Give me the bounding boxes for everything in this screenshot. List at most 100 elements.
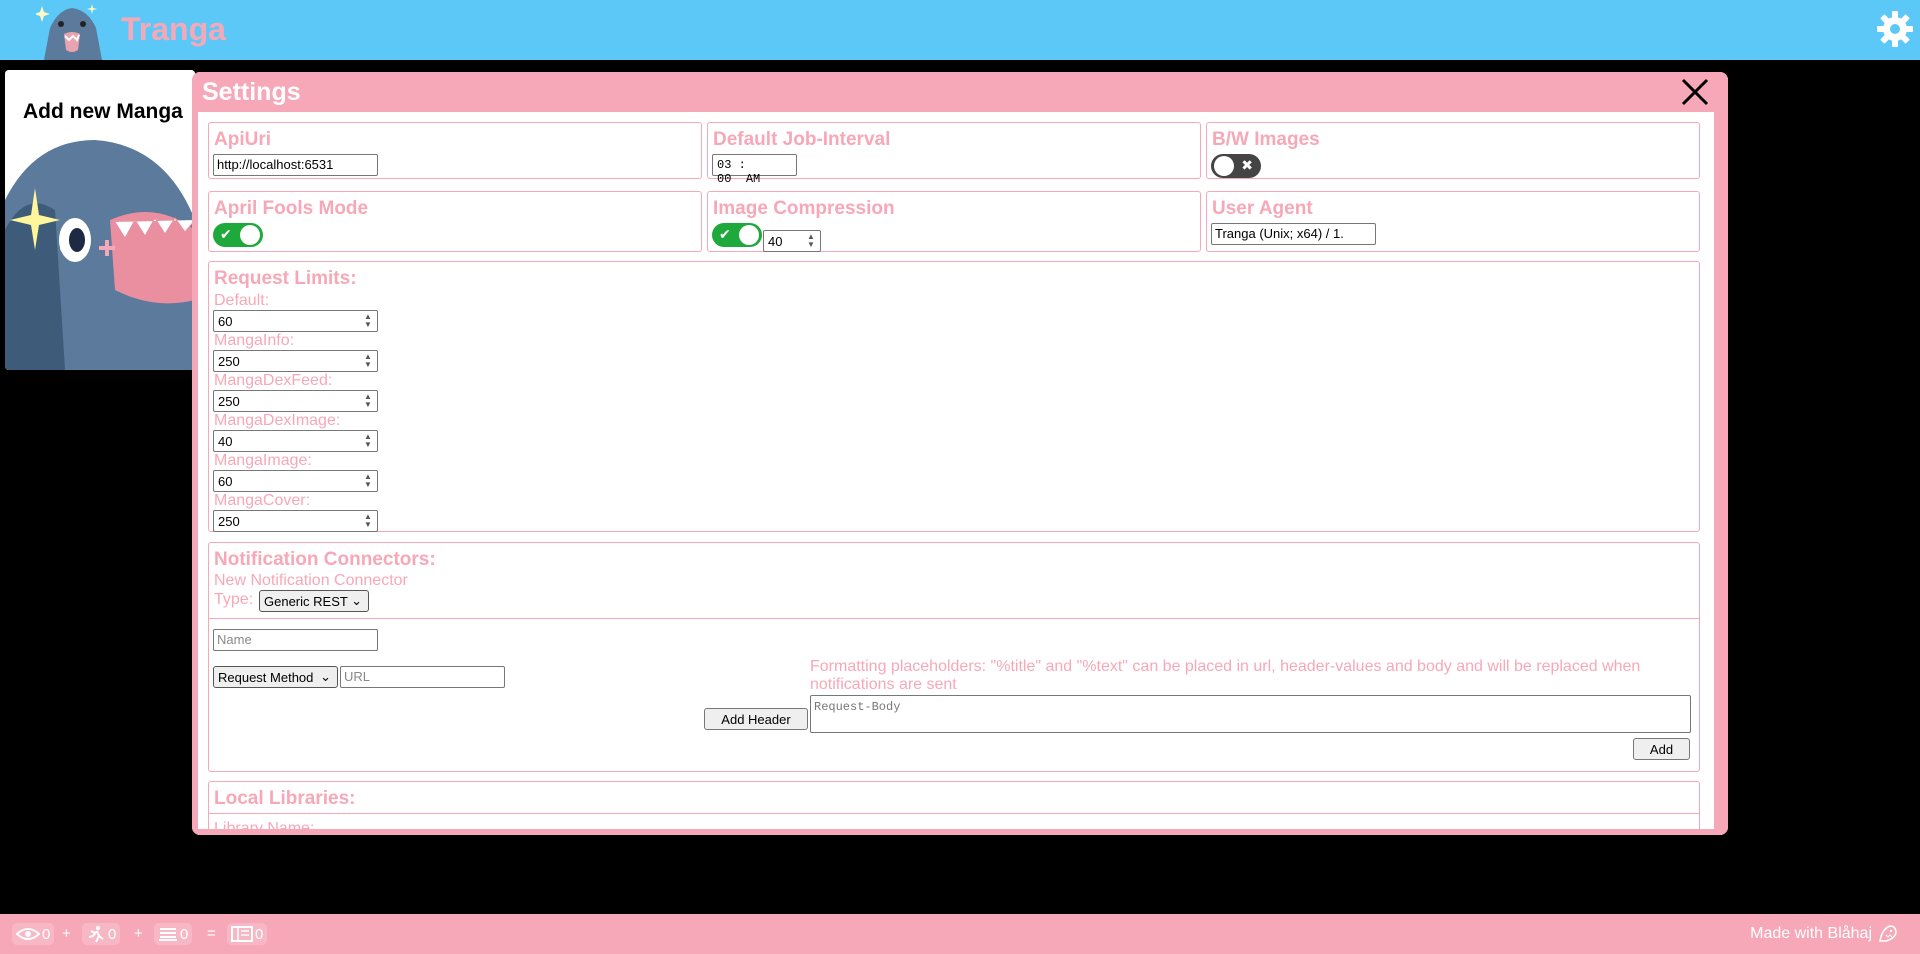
settings-title: Settings — [202, 78, 301, 106]
scrollbar[interactable] — [1714, 112, 1722, 829]
app-title: Tranga — [121, 11, 226, 47]
footer: 0 + 0 + 0 = 0 Made with Blåhaj — [0, 914, 1920, 954]
user-agent-input[interactable]: Tranga (Unix; x64) / 1. — [1211, 223, 1376, 245]
check-icon: ✔ — [719, 226, 731, 242]
april-fools-label: April Fools Mode — [214, 198, 369, 219]
image-compression-section: Image Compression ✔ 40 ▲ ▼ — [707, 191, 1201, 252]
add-connector-button[interactable]: Add — [1633, 738, 1690, 760]
job-interval-hours: 03 — [717, 158, 732, 172]
image-compression-label: Image Compression — [713, 198, 895, 219]
formatting-hint: Formatting placeholders: "%title" and "%… — [810, 658, 1641, 693]
limit-mangainfo-label: MangaInfo: — [214, 332, 295, 349]
local-libraries-label: Local Libraries: — [214, 788, 356, 809]
shark-icon — [1879, 925, 1897, 942]
toggle-knob — [739, 225, 759, 245]
limit-mangadexfeed-input[interactable]: 250 ▲ ▼ — [213, 390, 378, 412]
queue-icon — [159, 928, 177, 941]
limit-default-value: 60 — [218, 314, 233, 329]
spinner-icon[interactable]: ▲ ▼ — [362, 433, 374, 449]
connector-type-select[interactable]: Generic REST ⌄ — [259, 590, 369, 612]
limit-mangadexfeed-label: MangaDexFeed: — [214, 372, 333, 389]
limit-mangadeximage-input[interactable]: 40 ▲ ▼ — [213, 430, 378, 452]
divider — [209, 618, 1699, 619]
toggle-knob — [240, 225, 260, 245]
request-limits-label: Request Limits: — [214, 268, 357, 289]
list-icon — [231, 926, 253, 942]
spinner-icon[interactable]: ▲ ▼ — [362, 313, 374, 329]
april-fools-section: April Fools Mode ✔ — [208, 191, 702, 252]
limit-mangainfo-value: 250 — [218, 354, 240, 369]
request-body-placeholder: Request-Body — [814, 700, 901, 714]
monitoring-count: 0 — [42, 925, 51, 943]
limit-mangadeximage-value: 40 — [218, 434, 233, 449]
limit-mangaimage-input[interactable]: 60 ▲ ▼ — [213, 470, 378, 492]
limit-mangainfo-input[interactable]: 250 ▲ ▼ — [213, 350, 378, 372]
april-fools-toggle[interactable]: ✔ — [213, 223, 263, 247]
spinner-icon[interactable]: ▲ ▼ — [362, 473, 374, 489]
chevron-down-icon: ⌄ — [320, 669, 331, 684]
running-icon — [88, 926, 104, 943]
gear-icon[interactable] — [1875, 9, 1915, 49]
limit-default-label: Default: — [214, 292, 270, 309]
request-method-value: Request Method — [218, 670, 314, 685]
monitoring-jobs-stat[interactable]: 0 — [12, 923, 55, 945]
spinner-icon[interactable]: ▲ ▼ — [362, 513, 374, 529]
type-label: Type: — [214, 591, 254, 608]
job-interval-minutes: 00 — [717, 172, 732, 186]
divider — [209, 813, 1699, 814]
waiting-count: 0 — [180, 925, 189, 943]
apiuri-section: ApiUri http://localhost:6531 — [208, 122, 702, 179]
limit-mangadeximage-label: MangaDexImage: — [214, 412, 341, 429]
close-icon[interactable] — [1680, 77, 1710, 107]
top-bar: Tranga — [0, 0, 1920, 60]
eye-icon — [16, 928, 40, 940]
running-count: 0 — [108, 925, 117, 943]
image-compression-toggle[interactable]: ✔ — [712, 223, 762, 247]
limit-mangaimage-value: 60 — [218, 474, 233, 489]
toggle-knob — [1214, 156, 1234, 176]
image-compression-input[interactable]: 40 ▲ ▼ — [763, 230, 821, 252]
plus-operator: + — [134, 925, 143, 942]
library-name-label: Library Name: — [214, 820, 315, 835]
user-agent-label: User Agent — [1212, 198, 1313, 219]
job-interval-input[interactable]: 03 : 00 AM — [712, 154, 797, 186]
connector-name-placeholder: Name — [217, 632, 252, 647]
new-connector-label: New Notification Connector — [214, 572, 408, 589]
apiuri-input[interactable]: http://localhost:6531 — [213, 154, 378, 176]
connector-name-input[interactable]: Name — [213, 629, 378, 651]
add-manga-title: Add new Manga — [23, 100, 183, 123]
limit-mangaimage-label: MangaImage: — [214, 452, 312, 469]
limit-mangacover-input[interactable]: 250 ▲ ▼ — [213, 510, 378, 532]
spinner-icon[interactable]: ▲ ▼ — [805, 233, 817, 249]
total-count: 0 — [255, 925, 264, 943]
running-jobs-stat[interactable]: 0 — [82, 923, 121, 945]
bw-images-toggle[interactable]: ✖ — [1211, 154, 1261, 178]
job-interval-section: Default Job-Interval 03 : 00 AM — [707, 122, 1201, 186]
notification-connectors-label: Notification Connectors: — [214, 549, 436, 570]
shark-logo-icon[interactable] — [36, 0, 106, 60]
request-method-select[interactable]: Request Method ⌄ — [213, 666, 338, 688]
connector-url-input[interactable]: URL — [340, 666, 505, 688]
waiting-jobs-stat[interactable]: 0 — [154, 923, 193, 945]
spinner-icon[interactable]: ▲ ▼ — [362, 353, 374, 369]
spinner-icon[interactable]: ▲ ▼ — [362, 393, 374, 409]
request-body-textarea[interactable]: Request-Body — [810, 695, 1691, 733]
limit-mangacover-value: 250 — [218, 514, 240, 529]
add-manga-tile[interactable]: Add new Manga — [5, 70, 195, 370]
settings-header: Settings — [192, 72, 1728, 112]
chevron-down-icon: ⌄ — [351, 593, 362, 608]
add-header-button[interactable]: Add Header — [704, 708, 808, 730]
apiuri-label: ApiUri — [214, 129, 271, 150]
x-icon: ✖ — [1241, 157, 1253, 173]
limit-default-input[interactable]: 60 ▲ ▼ — [213, 310, 378, 332]
equals-operator: = — [207, 925, 216, 942]
settings-popup: Settings ApiUri http://localhost:6531 De… — [192, 72, 1728, 835]
plus-operator: + — [62, 925, 71, 942]
settings-body: ApiUri http://localhost:6531 Default Job… — [192, 112, 1728, 835]
connector-url-placeholder: URL — [344, 669, 371, 684]
job-interval-label: Default Job-Interval — [713, 129, 891, 150]
total-jobs-stat[interactable]: 0 — [227, 923, 268, 945]
request-limits-section: Request Limits: Default: 60 ▲ ▼ MangaInfo:… — [208, 261, 1700, 532]
local-libraries-section: Local Libraries: Library Name: — [208, 781, 1700, 835]
connector-type-value: Generic REST — [264, 594, 348, 609]
